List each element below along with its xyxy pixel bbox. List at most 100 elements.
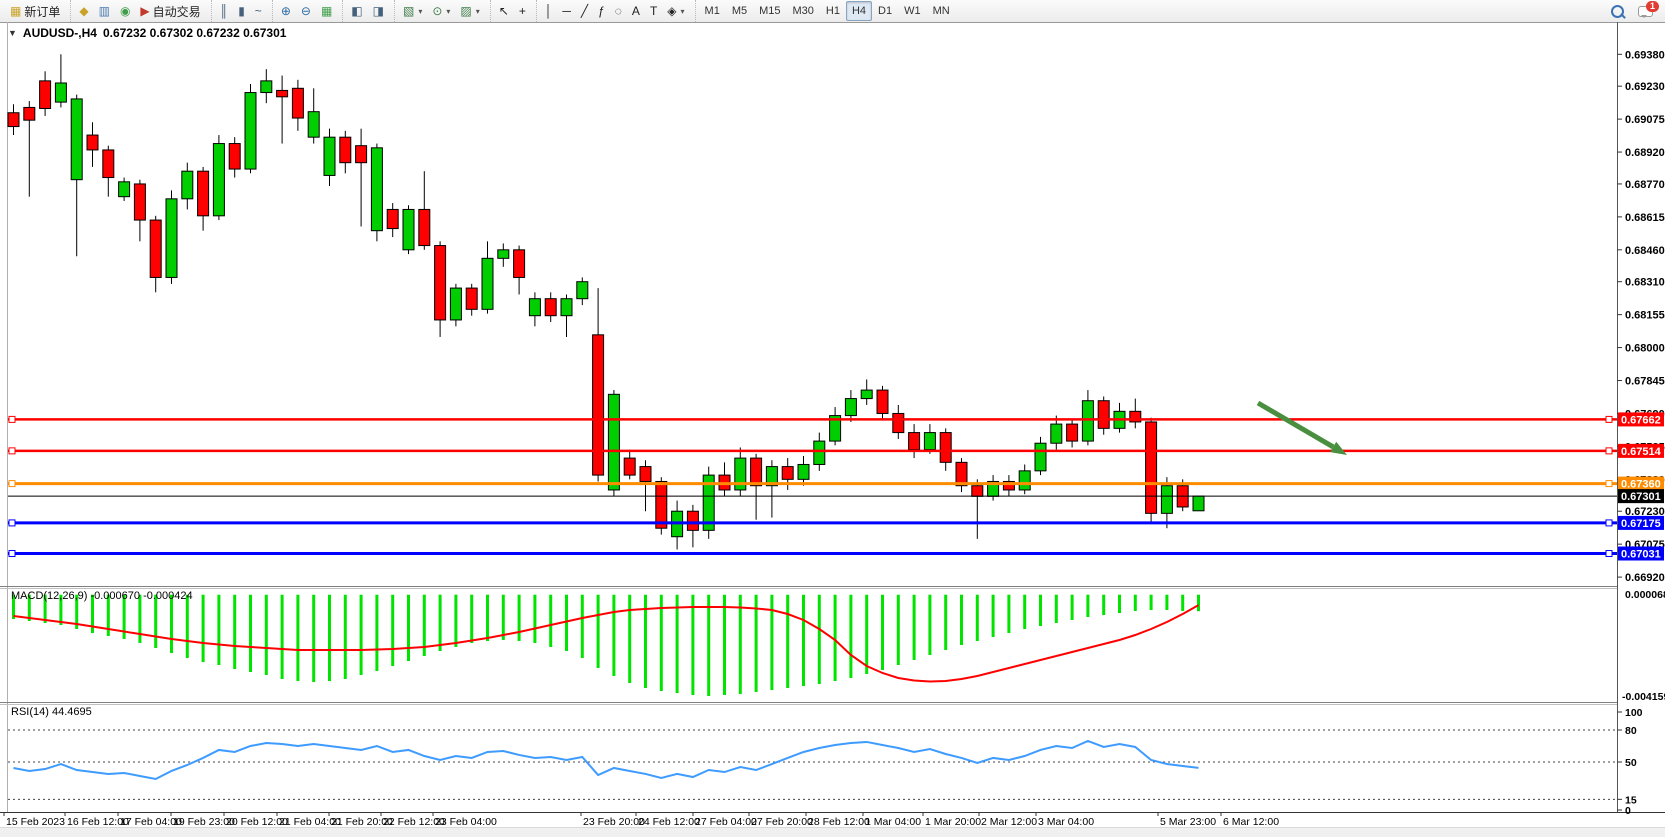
- candle-body: [498, 250, 509, 259]
- chart-canvas[interactable]: 0.693800.692300.690750.689200.687700.686…: [0, 22, 1665, 837]
- candle-body: [213, 144, 224, 216]
- price-line-label: 0.67301: [1621, 491, 1661, 503]
- trendline-button[interactable]: ╱: [576, 1, 593, 21]
- periods-dropdown-icon[interactable]: ▾: [446, 7, 450, 16]
- arrange-b-button[interactable]: ◨: [368, 1, 389, 21]
- zoom-out-button[interactable]: ⊖: [296, 1, 316, 21]
- price-axis-label: 0.68155: [1625, 310, 1665, 322]
- chart-window: 0.693800.692300.690750.689200.687700.686…: [0, 22, 1665, 837]
- search-icon[interactable]: [1611, 5, 1624, 18]
- horizontal-line-button[interactable]: ─: [557, 1, 576, 21]
- candle-body: [419, 209, 430, 245]
- ohlc-readout: 0.67232 0.67302 0.67232 0.67301: [103, 26, 287, 40]
- line-handle-right[interactable]: [1606, 448, 1612, 454]
- line-handle-left[interactable]: [9, 551, 15, 557]
- price-axis-label: 0.69075: [1625, 114, 1665, 126]
- price-axis-label: 0.68460: [1625, 245, 1665, 257]
- periods-button[interactable]: ⊙▾: [427, 1, 455, 21]
- market-watch-button[interactable]: ▥: [94, 1, 115, 21]
- line-chart-button[interactable]: ~: [250, 1, 267, 21]
- timeframe-h4-button[interactable]: H4: [846, 1, 872, 21]
- vertical-line-button[interactable]: │: [540, 1, 558, 21]
- timeframe-m15-button[interactable]: M15: [753, 1, 786, 21]
- one-click-trading-toggle-icon[interactable]: ▼: [8, 28, 17, 38]
- candle-body: [119, 182, 130, 197]
- line-handle-right[interactable]: [1606, 481, 1612, 487]
- candle-body: [40, 81, 51, 109]
- chart-svg: 0.693800.692300.690750.689200.687700.686…: [0, 22, 1665, 837]
- tile-windows-button[interactable]: ▦: [316, 1, 337, 21]
- price-axis-label: 0.68770: [1625, 179, 1665, 191]
- candle-body: [150, 220, 161, 277]
- timeframe-w1-label: W1: [904, 5, 921, 17]
- candle-body: [450, 288, 461, 320]
- zoom-in-icon: ⊕: [281, 5, 291, 17]
- arrange-a-button[interactable]: ◧: [346, 1, 367, 21]
- profiles-icon: ◆: [79, 5, 88, 17]
- line-handle-right[interactable]: [1606, 416, 1612, 422]
- candle-body: [561, 299, 572, 316]
- line-handle-left[interactable]: [9, 416, 15, 422]
- autotrading-icon: ▶: [140, 5, 149, 17]
- candlestick-chart-button[interactable]: ▮: [233, 1, 250, 21]
- zoom-out-icon: ⊖: [301, 5, 311, 17]
- arrows-button[interactable]: ◈▾: [662, 1, 689, 21]
- zoom-in-button[interactable]: ⊕: [276, 1, 296, 21]
- timeframe-d1-button[interactable]: D1: [872, 1, 898, 21]
- candle-body: [877, 390, 888, 413]
- tile-windows-icon: ▦: [321, 5, 332, 17]
- candle-body: [1067, 424, 1078, 441]
- text-label-button[interactable]: T: [645, 1, 662, 21]
- price-axis-label: 0.68000: [1625, 343, 1665, 355]
- timeframe-m30-button[interactable]: M30: [787, 1, 820, 21]
- notifications-icon[interactable]: 1: [1638, 6, 1653, 17]
- text-button[interactable]: A: [627, 1, 645, 21]
- crosshair-button[interactable]: +: [514, 1, 531, 21]
- autotrading-button[interactable]: ▶ 自动交易: [135, 1, 205, 21]
- horizontal-line-icon: ─: [562, 5, 571, 17]
- arrange-b-icon: ◨: [373, 5, 384, 17]
- autotrading-label: 自动交易: [153, 3, 201, 20]
- line-handle-right[interactable]: [1606, 551, 1612, 557]
- templates-dropdown-icon[interactable]: ▾: [476, 7, 480, 16]
- text-label-icon: T: [650, 5, 657, 17]
- candle-body: [261, 81, 272, 93]
- line-handle-left[interactable]: [9, 448, 15, 454]
- ellipse-button[interactable]: ◌: [610, 1, 627, 21]
- candle-body: [71, 99, 82, 180]
- candle-body: [356, 146, 367, 163]
- arrows-dropdown-icon[interactable]: ▾: [681, 7, 685, 16]
- line-handle-left[interactable]: [9, 520, 15, 526]
- toolbar-group: ◧◨: [342, 0, 392, 22]
- navigator-button[interactable]: ◉: [115, 1, 135, 21]
- candle-body: [340, 137, 351, 163]
- timeframe-h1-button[interactable]: H1: [820, 1, 846, 21]
- price-axis-label: 0.68615: [1625, 212, 1665, 224]
- macd-indicator-label: MACD(12,26,9) -0.000670 -0.000424: [11, 590, 193, 602]
- line-handle-left[interactable]: [9, 481, 15, 487]
- cursor-icon: ↖: [499, 5, 509, 17]
- rsi-indicator-label: RSI(14) 44.4695: [11, 706, 92, 718]
- candle-body: [1019, 471, 1030, 490]
- timeframe-m5-button[interactable]: M5: [726, 1, 753, 21]
- toolbar-group: ↖+: [490, 0, 534, 22]
- cursor-button[interactable]: ↖: [494, 1, 514, 21]
- bar-chart-button[interactable]: ║: [215, 1, 234, 21]
- templates-button[interactable]: ▨▾: [455, 1, 484, 21]
- candle-body: [545, 299, 556, 316]
- profiles-button[interactable]: ◆: [74, 1, 93, 21]
- new-chart-button[interactable]: ▧▾: [398, 1, 427, 21]
- new-chart-dropdown-icon[interactable]: ▾: [418, 7, 422, 16]
- toolbar-group: ║▮~: [211, 0, 270, 22]
- timeframe-w1-button[interactable]: W1: [898, 1, 927, 21]
- text-icon: A: [632, 5, 640, 17]
- timeframe-m1-button[interactable]: M1: [699, 1, 726, 21]
- fibonacci-button[interactable]: ƒ: [593, 1, 610, 21]
- price-axis-label: 0.69380: [1625, 49, 1665, 61]
- candle-body: [1098, 401, 1109, 429]
- candle-body: [940, 433, 951, 463]
- arrange-a-icon: ◧: [351, 5, 362, 17]
- line-handle-right[interactable]: [1606, 520, 1612, 526]
- new-order-button[interactable]: ▦新订单: [5, 1, 65, 21]
- timeframe-mn-button[interactable]: MN: [927, 1, 956, 21]
